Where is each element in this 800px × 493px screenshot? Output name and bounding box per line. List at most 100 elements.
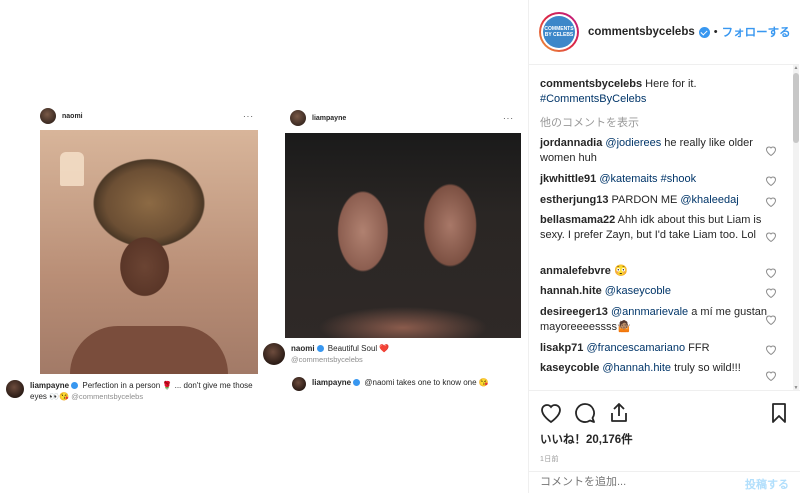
caption-text: Here for it.	[645, 78, 697, 90]
comment-text: 😳	[614, 265, 628, 277]
post-actions: いいね！20,176件 1日前 投稿する	[529, 390, 800, 493]
liam-post-card: liampayne ···	[290, 106, 520, 130]
post-comment-button[interactable]: 投稿する	[745, 476, 789, 492]
liam-photo	[285, 133, 521, 338]
comment-username[interactable]: bellasmama22	[540, 214, 615, 226]
avatar	[290, 110, 306, 126]
comment-mention[interactable]: @jodierees	[605, 137, 661, 149]
comment-row: jkwhittle91 @katemaits #shook	[540, 172, 772, 187]
comment-username[interactable]: jkwhittle91	[540, 173, 596, 185]
comment-text: FFR	[685, 342, 710, 354]
like-comment-icon[interactable]	[765, 196, 777, 207]
verified-icon	[71, 382, 79, 390]
comment-row: hannah.hite @kaseycoble	[540, 284, 772, 299]
comment-mention[interactable]: @khaleedaj	[680, 194, 738, 206]
caption-username: naomi	[291, 344, 315, 353]
shoulders	[70, 326, 228, 374]
comment-mention[interactable]: @annmarievale	[611, 306, 688, 318]
comment-row: kaseycoble @hannah.hite truly so wild!!!	[540, 361, 772, 376]
comment-row: anmalefebvre 😳	[540, 264, 772, 279]
like-icon[interactable]	[539, 401, 563, 425]
caption: liampayne Perfection in a person 🌹 ... d…	[30, 380, 266, 402]
comment-row: estherjung13 PARDON ME @khaleedaj	[540, 193, 772, 208]
caption-text: Beautiful Soul ❤️	[327, 344, 390, 353]
comment-username[interactable]: lisakp71	[540, 342, 583, 354]
lamp	[60, 152, 84, 186]
post-timestamp: 1日前	[540, 456, 559, 463]
post-header: COMMENTS BY CELEBS commentsbycelebs • フォ…	[529, 0, 800, 64]
scroll-thumb[interactable]	[793, 73, 799, 143]
follow-button[interactable]: フォローする	[722, 24, 791, 40]
comment-username[interactable]: jordannadia	[540, 137, 602, 149]
avatar-frame: COMMENTS BY CELEBS	[541, 14, 577, 50]
reply-row: liampayne @naomi takes one to know one 😘	[292, 377, 522, 391]
like-comment-icon[interactable]	[765, 231, 777, 242]
header-username[interactable]: commentsbycelebs	[588, 26, 695, 38]
reply: liampayne @naomi takes one to know one 😘	[312, 377, 489, 388]
comment-row: lisakp71 @francescamariano FFR	[540, 341, 772, 356]
caption-tag: @commentsbycelebs	[291, 355, 363, 364]
avatar	[263, 343, 285, 365]
comment-username[interactable]: anmalefebvre	[540, 265, 611, 277]
verified-icon	[353, 379, 361, 387]
caption-tag: @commentsbycelebs	[71, 392, 144, 401]
like-comment-icon[interactable]	[765, 175, 777, 186]
like-comment-icon[interactable]	[765, 267, 777, 278]
bookmark-icon[interactable]	[767, 401, 791, 425]
like-comment-icon[interactable]	[765, 145, 777, 156]
caption-username[interactable]: commentsbycelebs	[540, 78, 642, 90]
separator-dot: •	[713, 26, 718, 38]
scroll-up-arrow[interactable]: ▲	[793, 65, 799, 71]
comment-row: bellasmama22 Ahh idk about this but Liam…	[540, 213, 772, 243]
caption-row: naomi Beautiful Soul ❤️ @commentsbyceleb…	[263, 343, 523, 365]
comment-username[interactable]: desireeger13	[540, 306, 608, 318]
comment-icon[interactable]	[573, 401, 597, 425]
more-options-icon: ···	[243, 111, 254, 121]
caption: commentsbycelebs Here for it. #CommentsB…	[540, 77, 772, 107]
add-comment-bar: 投稿する	[529, 471, 800, 493]
like-comment-icon[interactable]	[765, 314, 777, 325]
like-comment-icon[interactable]	[765, 344, 777, 355]
comment-mention[interactable]: @katemaits	[599, 173, 657, 185]
story-ring[interactable]: COMMENTS BY CELEBS	[539, 12, 579, 52]
comment-text: truly so wild!!!	[671, 362, 741, 374]
comment-username[interactable]: estherjung13	[540, 194, 608, 206]
caption-row: liampayne Perfection in a person 🌹 ... d…	[6, 380, 266, 402]
verified-icon	[698, 26, 710, 38]
share-icon[interactable]	[607, 401, 631, 425]
like-comment-icon[interactable]	[765, 370, 777, 381]
add-comment-input[interactable]	[540, 476, 750, 488]
card-header: liampayne ···	[290, 106, 520, 130]
likes-count[interactable]: いいね！20,176件	[540, 431, 633, 447]
comment-username[interactable]: hannah.hite	[540, 285, 602, 297]
reply-username: liampayne	[312, 378, 352, 387]
reply-text: @naomi takes one to know one 😘	[364, 378, 489, 387]
naomi-post-card: naomi ···	[40, 104, 260, 128]
comment-row: desireeger13 @annmarievale a mí me gusta…	[540, 305, 772, 335]
comment-mention[interactable]: @francescamariano	[586, 342, 685, 354]
comment-mention[interactable]: @kaseycoble	[605, 285, 671, 297]
naomi-photo	[40, 130, 258, 374]
more-options-icon: ···	[503, 113, 514, 123]
like-comment-icon[interactable]	[765, 287, 777, 298]
post-side-panel: COMMENTS BY CELEBS commentsbycelebs • フォ…	[528, 0, 800, 493]
avatar	[40, 108, 56, 124]
card-header: naomi ···	[40, 104, 260, 128]
comment-username[interactable]: kaseycoble	[540, 362, 599, 374]
comment-row: jordannadia @jodierees he really like ol…	[540, 136, 772, 166]
load-more-comments[interactable]: 他のコメントを表示	[540, 114, 639, 130]
card-username: liampayne	[312, 114, 347, 122]
profile-avatar: COMMENTS BY CELEBS	[543, 16, 575, 48]
verified-icon	[316, 345, 324, 353]
caption-hashtag[interactable]: #CommentsByCelebs	[540, 93, 646, 105]
post-image: naomi ··· liampayne Perfection in a pers…	[0, 0, 528, 493]
card-username: naomi	[62, 112, 83, 120]
avatar	[6, 380, 24, 398]
caption-username: liampayne	[30, 381, 70, 390]
caption: naomi Beautiful Soul ❤️ @commentsbyceleb…	[291, 343, 389, 365]
comments-list[interactable]: commentsbycelebs Here for it. #CommentsB…	[529, 64, 799, 390]
comment-text: PARDON ME	[611, 194, 681, 206]
comment-mention[interactable]: @hannah.hite	[602, 362, 671, 374]
comments-scrollbar[interactable]: ▲ ▼	[793, 65, 799, 390]
avatar	[292, 377, 306, 391]
